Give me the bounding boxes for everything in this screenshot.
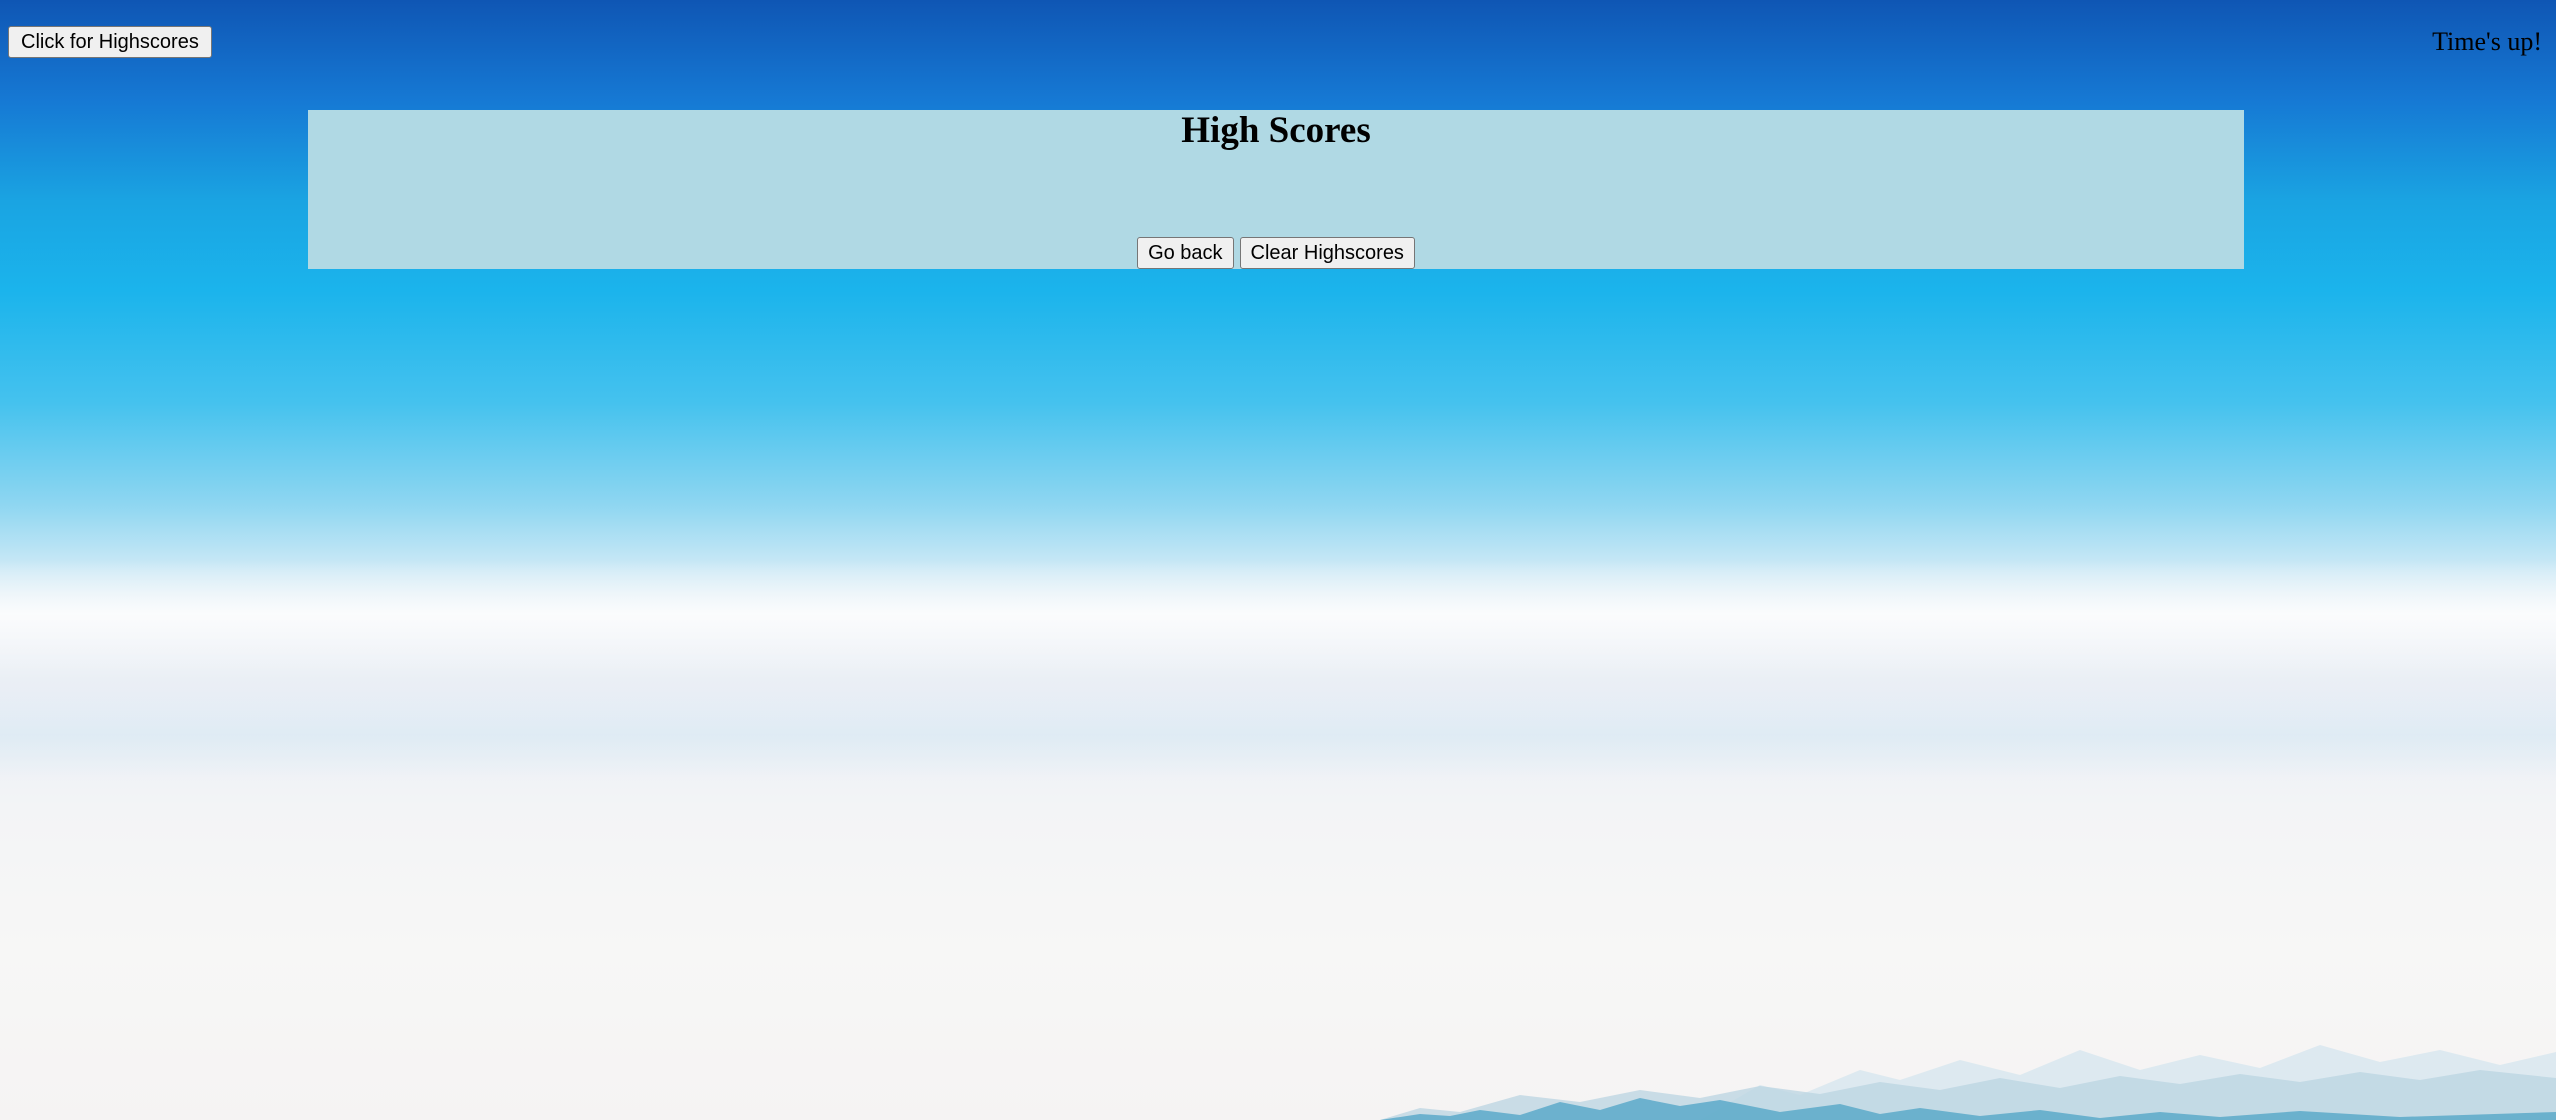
mountain-silhouette (1380, 1045, 2556, 1120)
clear-highscores-button[interactable]: Clear Highscores (1239, 237, 1415, 269)
highscores-actions: Go back Clear Highscores (308, 237, 2244, 269)
cloud-band (0, 690, 2556, 780)
timer-status: Time's up! (2432, 27, 2542, 56)
highscores-panel: High Scores Go back Clear Highscores (308, 110, 2244, 269)
cloud-band (0, 560, 2556, 680)
page: { "header": { "highscores_button_label":… (0, 0, 2556, 1120)
highscores-title: High Scores (1181, 110, 1371, 151)
highscores-list (308, 152, 2244, 237)
go-back-button[interactable]: Go back (1137, 237, 1234, 269)
view-highscores-button[interactable]: Click for Highscores (8, 26, 212, 58)
